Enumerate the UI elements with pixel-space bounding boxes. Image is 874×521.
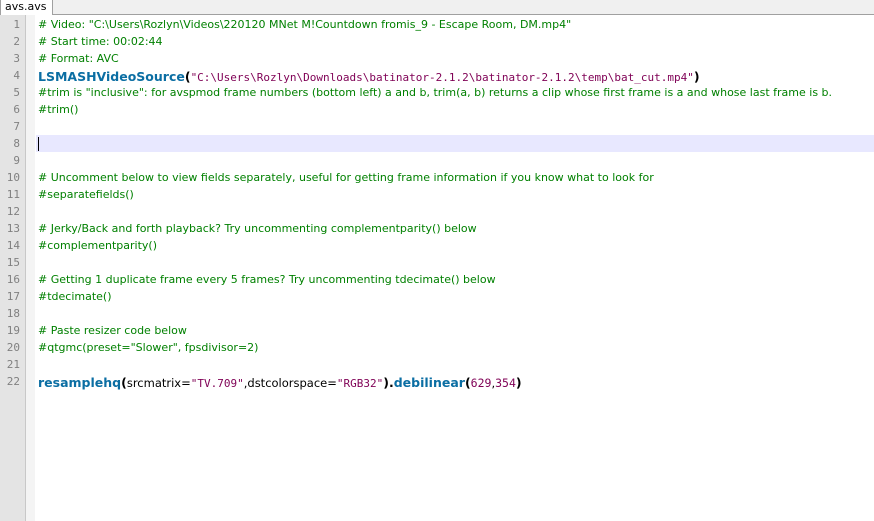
code-line-7[interactable]	[0, 118, 874, 135]
comment-text: #qtgmc(preset="Slower", fpsdivisor=2)	[38, 341, 259, 354]
comment-text: # Start time: 00:02:44	[38, 35, 163, 48]
string-literal: "C:\Users\Rozlyn\Downloads\batinator-2.1…	[190, 71, 694, 84]
code-line-17[interactable]: #tdecimate()	[0, 288, 874, 305]
function-name: LSMASHVideoSource	[38, 69, 185, 84]
code-line-14[interactable]: #complementparity()	[0, 237, 874, 254]
comment-text: #separatefields()	[38, 188, 134, 201]
function-name: debilinear	[393, 375, 465, 390]
comment-text: #tdecimate()	[38, 290, 112, 303]
code-line-10[interactable]: # Uncomment below to view fields separat…	[0, 169, 874, 186]
code-line-3[interactable]: # Format: AVC	[0, 50, 874, 67]
function-name: resamplehq	[38, 375, 122, 390]
code-line-20[interactable]: #qtgmc(preset="Slower", fpsdivisor=2)	[0, 339, 874, 356]
comment-text: # Paste resizer code below	[38, 324, 187, 337]
code-line-6[interactable]: #trim()	[0, 101, 874, 118]
number-literal: 629	[470, 376, 492, 390]
argument-name: dstcolorspace=	[247, 376, 337, 390]
code-line-21[interactable]	[0, 356, 874, 373]
code-line-22[interactable]: resamplehq(srcmatrix="TV.709",dstcolorsp…	[0, 373, 874, 390]
code-line-9[interactable]	[0, 152, 874, 169]
comment-text: # Video: "C:\Users\Rozlyn\Videos\220120 …	[38, 18, 572, 31]
code-line-18[interactable]	[0, 305, 874, 322]
code-statement: resamplehq(srcmatrix="TV.709",dstcolorsp…	[38, 373, 522, 392]
code-line-2[interactable]: # Start time: 00:02:44	[0, 33, 874, 50]
code-line-15[interactable]	[0, 254, 874, 271]
code-line-16[interactable]: # Getting 1 duplicate frame every 5 fram…	[0, 271, 874, 288]
code-line-19[interactable]: # Paste resizer code below	[0, 322, 874, 339]
current-line-highlight	[36, 135, 874, 152]
argument-name: srcmatrix=	[126, 376, 191, 390]
comment-text: # Jerky/Back and forth playback? Try unc…	[38, 222, 477, 235]
string-literal: "TV.709"	[190, 377, 244, 390]
code-line-11[interactable]: #separatefields()	[0, 186, 874, 203]
number-literal: 354	[495, 376, 516, 390]
comment-text: #trim()	[38, 103, 79, 116]
paren-close: )	[515, 375, 522, 390]
tab-avs-file[interactable]: avs.avs	[0, 0, 54, 15]
code-line-1[interactable]: # Video: "C:\Users\Rozlyn\Videos\220120 …	[0, 16, 874, 33]
code-line-8-current[interactable]	[0, 135, 874, 152]
code-line-5[interactable]: #trim is "inclusive": for avspmod frame …	[0, 84, 874, 101]
tab-bar: avs.avs	[0, 0, 874, 15]
code-editor[interactable]: 1 2 3 4 5 6 7 8 9 10 11 12 13 14 15 16 1…	[0, 15, 874, 521]
code-line-12[interactable]	[0, 203, 874, 220]
code-line-4[interactable]: LSMASHVideoSource("C:\Users\Rozlyn\Downl…	[0, 67, 874, 84]
comment-text: # Getting 1 duplicate frame every 5 fram…	[38, 273, 496, 286]
comment-text: #complementparity()	[38, 239, 157, 252]
comment-text: # Format: AVC	[38, 52, 119, 65]
comment-text: # Uncomment below to view fields separat…	[38, 171, 654, 184]
comment-text: #trim is "inclusive": for avspmod frame …	[38, 86, 833, 99]
code-line-13[interactable]: # Jerky/Back and forth playback? Try unc…	[0, 220, 874, 237]
paren-close: )	[693, 69, 700, 84]
string-literal: "RGB32"	[336, 377, 384, 390]
text-caret	[38, 137, 39, 151]
